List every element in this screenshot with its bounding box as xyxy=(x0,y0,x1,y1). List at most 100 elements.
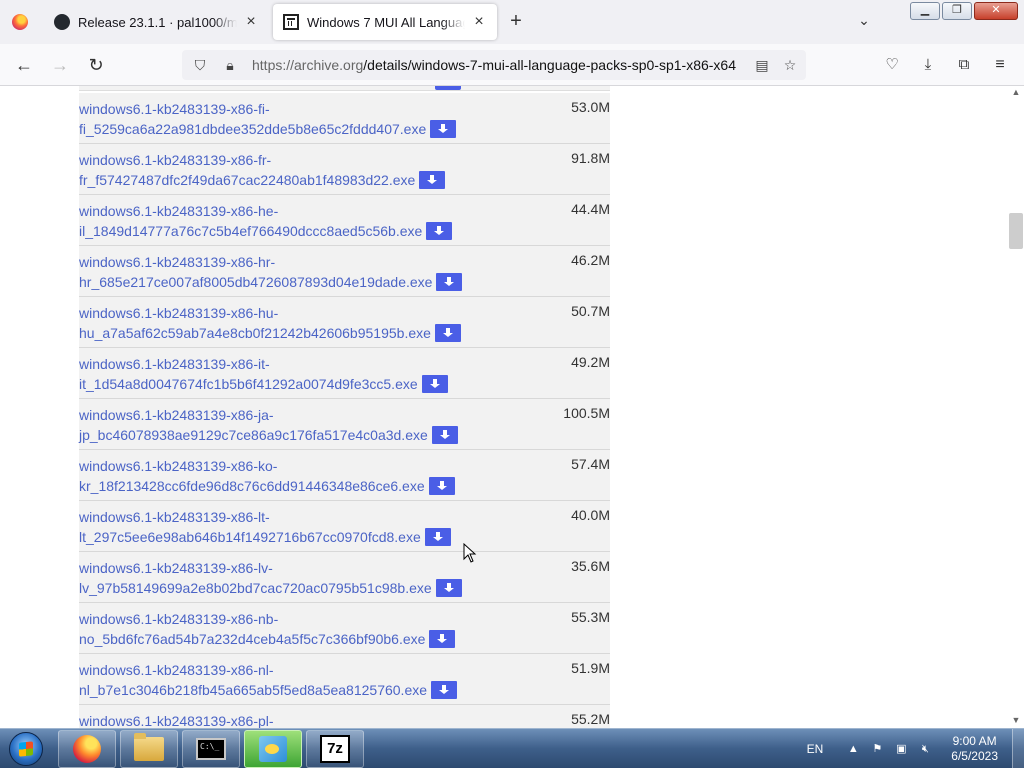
internet-archive-icon xyxy=(283,14,299,30)
downloads-icon[interactable]: ⤓ xyxy=(916,53,940,77)
firefox-view-button[interactable] xyxy=(0,0,40,44)
clock-date: 6/5/2023 xyxy=(951,749,998,763)
minimize-button[interactable]: ▁ xyxy=(910,2,940,20)
file-size: 44.4M xyxy=(571,201,610,217)
firefox-icon xyxy=(73,735,101,763)
download-icon[interactable] xyxy=(436,273,463,292)
file-link[interactable]: windows6.1-kb2483139-x86-fr-fr_f57427487… xyxy=(79,152,415,188)
firefox-icon xyxy=(12,14,28,30)
taskbar-command-prompt[interactable]: C:\_ xyxy=(182,730,240,768)
file-row: windows6.1-kb2483139-x86-he-il_1849d1477… xyxy=(79,195,610,246)
maximize-button[interactable]: ❐ xyxy=(942,2,972,20)
file-link[interactable]: windows6.1-kb2483139-x86-nb-no_5bd6fc76a… xyxy=(79,611,425,647)
folder-icon xyxy=(134,733,164,761)
download-icon[interactable] xyxy=(434,324,461,343)
scroll-up-arrow-icon[interactable]: ▲ xyxy=(1010,86,1022,98)
menu-icon[interactable]: ≡ xyxy=(988,53,1012,77)
file-row: windows6.1-kb2483139-x86-it-it_1d54a8d00… xyxy=(79,348,610,399)
file-size: 91.8M xyxy=(571,150,610,166)
file-link[interactable]: windows6.1-kb2483139-x86-lv-lv_97b581496… xyxy=(79,560,432,596)
download-icon[interactable] xyxy=(421,375,448,394)
file-link[interactable]: windows6.1-kb2483139-x86-hu-hu_a7a5af62c… xyxy=(79,305,431,341)
download-icon[interactable] xyxy=(431,426,458,445)
windows-logo-icon xyxy=(9,732,43,766)
file-link[interactable]: windows6.1-kb2483139-x86-nl-nl_b7e1c3046… xyxy=(79,662,427,698)
navigation-bar: ← → ↻ ⛉ 🔒︎ https://archive.org/details/w… xyxy=(0,44,1024,86)
taskbar-paint[interactable] xyxy=(244,730,302,768)
close-icon[interactable]: × xyxy=(471,14,487,30)
command-prompt-icon: C:\_ xyxy=(196,738,226,760)
vertical-scrollbar[interactable]: ▲ ▼ xyxy=(1008,86,1024,728)
clock-time: 9:00 AM xyxy=(952,734,997,748)
close-window-button[interactable]: ✕ xyxy=(974,2,1018,20)
file-size: 55.3M xyxy=(571,609,610,625)
tab-label: Windows 7 MUI All Language P xyxy=(307,14,465,30)
download-icon[interactable] xyxy=(426,222,453,241)
tab-archive-org[interactable]: Windows 7 MUI All Language P × xyxy=(273,4,497,40)
file-link[interactable]: windows6.1-kb2483139-x86-pl- xyxy=(79,713,274,728)
new-tab-button[interactable]: + xyxy=(504,10,528,34)
download-icon[interactable] xyxy=(435,579,462,598)
download-icon[interactable] xyxy=(419,171,446,190)
file-row: windows6.1-kb2483139-x86-nl-nl_b7e1c3046… xyxy=(79,654,610,705)
url-bar[interactable]: ⛉ 🔒︎ https://archive.org/details/windows… xyxy=(182,50,806,80)
back-button[interactable]: ← xyxy=(12,53,36,77)
file-row: windows6.1-kb2483139-x86-nb-no_5bd6fc76a… xyxy=(79,603,610,654)
download-button[interactable] xyxy=(435,86,461,90)
previous-row-edge xyxy=(79,86,610,91)
file-link[interactable]: windows6.1-kb2483139-x86-fi-fi_5259ca6a2… xyxy=(79,101,426,137)
lock-icon[interactable]: 🔒︎ xyxy=(218,53,242,77)
scrollbar-thumb[interactable] xyxy=(1009,213,1023,249)
bookmark-star-icon[interactable]: ☆ xyxy=(778,53,802,77)
file-link[interactable]: windows6.1-kb2483139-x86-ja-jp_bc4607893… xyxy=(79,407,428,443)
taskbar-file-explorer[interactable] xyxy=(120,730,178,768)
extensions-icon[interactable]: ⧉ xyxy=(952,53,976,77)
file-link[interactable]: windows6.1-kb2483139-x86-he-il_1849d1477… xyxy=(79,203,422,239)
system-tray: EN ▲ ⚑ ▣ 🔇︎ 9:00 AM 6/5/2023 xyxy=(807,729,1024,769)
download-icon[interactable] xyxy=(424,528,451,547)
file-size: 35.6M xyxy=(571,558,610,574)
file-row: windows6.1-kb2483139-x86-lv-lv_97b581496… xyxy=(79,552,610,603)
volume-muted-icon[interactable]: 🔇︎ xyxy=(917,741,933,757)
download-icon[interactable] xyxy=(429,630,456,649)
file-size: 55.2M xyxy=(571,711,610,727)
url-text[interactable]: https://archive.org/details/windows-7-mu… xyxy=(252,57,750,73)
network-icon[interactable]: ▣ xyxy=(893,741,909,757)
show-desktop-button[interactable] xyxy=(1012,729,1024,769)
taskbar: C:\_ 7z EN ▲ ⚑ ▣ 🔇︎ 9:00 AM 6/5/2023 xyxy=(0,728,1024,769)
action-center-icon[interactable]: ⚑ xyxy=(869,741,885,757)
scroll-down-arrow-icon[interactable]: ▼ xyxy=(1010,714,1022,726)
download-icon[interactable] xyxy=(430,120,457,139)
file-row: windows6.1-kb2483139-x86-ko-kr_18f213428… xyxy=(79,450,610,501)
mouse-cursor-icon xyxy=(463,543,477,563)
file-row: windows6.1-kb2483139-x86-hu-hu_a7a5af62c… xyxy=(79,297,610,348)
clock[interactable]: 9:00 AM 6/5/2023 xyxy=(951,734,998,764)
show-hidden-icons-icon[interactable]: ▲ xyxy=(845,741,861,757)
close-icon[interactable]: × xyxy=(243,14,259,30)
tab-github-release[interactable]: Release 23.1.1 · pal1000/mesa-d × xyxy=(44,4,269,40)
file-link[interactable]: windows6.1-kb2483139-x86-ko-kr_18f213428… xyxy=(79,458,425,494)
file-link[interactable]: windows6.1-kb2483139-x86-it-it_1d54a8d00… xyxy=(79,356,418,392)
reader-view-icon[interactable]: ▤ xyxy=(750,53,774,77)
language-indicator[interactable]: EN xyxy=(807,742,824,756)
forward-button[interactable]: → xyxy=(48,53,72,77)
file-row: windows6.1-kb2483139-x86-fr-fr_f57427487… xyxy=(79,144,610,195)
file-link[interactable]: windows6.1-kb2483139-x86-hr-hr_685e217ce… xyxy=(79,254,432,290)
file-size: 40.0M xyxy=(571,507,610,523)
tab-label: Release 23.1.1 · pal1000/mesa-d xyxy=(78,14,237,30)
file-size: 46.2M xyxy=(571,252,610,268)
tracking-protection-icon[interactable]: ⛉ xyxy=(188,53,212,77)
file-link[interactable]: windows6.1-kb2483139-x86-lt-lt_297c5ee6e… xyxy=(79,509,421,545)
reload-button[interactable]: ↻ xyxy=(84,53,108,77)
pocket-icon[interactable]: ♡ xyxy=(880,53,904,77)
paint-icon xyxy=(259,736,287,762)
taskbar-7zip[interactable]: 7z xyxy=(306,730,364,768)
list-all-tabs-button[interactable]: ⌄ xyxy=(854,12,874,32)
file-row: windows6.1-kb2483139-x86-pl- 55.2M xyxy=(79,705,610,728)
start-button[interactable] xyxy=(4,730,48,768)
window-controls: ▁ ❐ ✕ xyxy=(910,2,1018,20)
taskbar-firefox[interactable] xyxy=(58,730,116,768)
file-size: 53.0M xyxy=(571,99,610,115)
download-icon[interactable] xyxy=(428,477,455,496)
download-icon[interactable] xyxy=(431,681,458,700)
